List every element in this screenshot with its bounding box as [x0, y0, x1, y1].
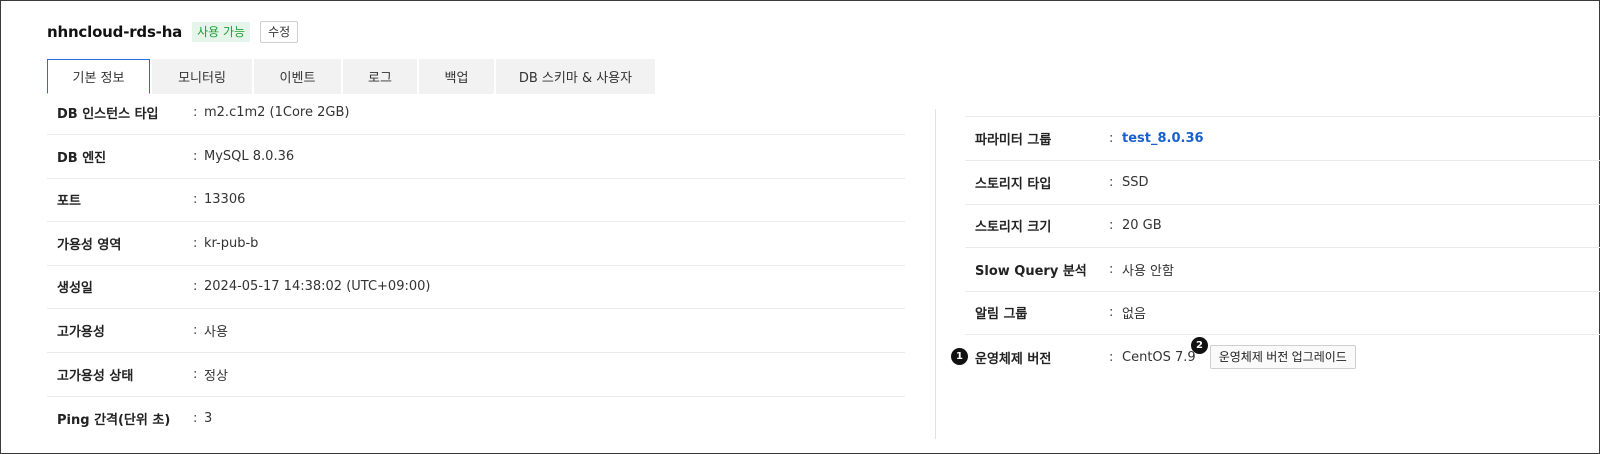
parameter-group-link[interactable]: test_8.0.36 [1122, 131, 1204, 146]
field-value: 13306 [204, 192, 246, 207]
field-label: 운영체제 버전 [975, 351, 1052, 367]
field-separator: : [1109, 218, 1114, 233]
os-upgrade-button[interactable]: 운영체제 버전 업그레이드 [1209, 345, 1356, 369]
field-row: 가용성 영역 : kr-pub-b [47, 222, 905, 266]
field-row: 파라미터 그룹 : test_8.0.36 [965, 117, 1600, 161]
tab-backup[interactable]: 백업 [419, 59, 494, 94]
field-separator: : [193, 236, 198, 251]
field-separator: : [193, 149, 198, 164]
field-label: 가용성 영역 [57, 238, 122, 253]
field-label: 고가용성 [57, 325, 105, 340]
field-row: 알림 그룹 : 없음 [965, 291, 1600, 335]
field-row: 포트 : 13306 [47, 178, 905, 222]
field-row: 고가용성 상태 : 정상 [47, 353, 905, 397]
field-separator: : [1109, 175, 1114, 190]
field-row: 스토리지 크기 : 20 GB [965, 204, 1600, 248]
page-header: nhncloud-rds-ha 사용 가능 수정 [47, 19, 299, 45]
field-separator: : [1109, 349, 1114, 365]
field-label: Ping 간격(단위 초) [57, 412, 171, 428]
field-value: 3 [204, 410, 213, 426]
field-value: 사용 안함 [1122, 264, 1174, 279]
field-row: 운영체제 버전 : CentOS 7.9 운영체제 버전 업그레이드 [965, 335, 1600, 379]
tab-db-schema-users[interactable]: DB 스키마 & 사용자 [496, 59, 655, 94]
field-row: DB 인스턴스 타입 : m2.c1m2 (1Core 2GB) [47, 95, 905, 135]
tab-bar: 기본 정보 모니터링 이벤트 로그 백업 DB 스키마 & 사용자 [47, 59, 657, 94]
field-label: 생성일 [57, 281, 93, 296]
field-separator: : [1109, 305, 1114, 320]
status-badge: 사용 가능 [192, 22, 251, 42]
field-row-top-border [965, 95, 1600, 117]
field-label: 스토리지 크기 [975, 220, 1052, 235]
field-separator: : [193, 105, 198, 120]
field-label: 포트 [57, 194, 81, 209]
field-separator: : [193, 192, 198, 207]
field-row: DB 엔진 : MySQL 8.0.36 [47, 135, 905, 179]
field-separator: : [193, 323, 198, 338]
field-value: 없음 [1122, 307, 1146, 322]
basic-info-left-table: DB 인스턴스 타입 : m2.c1m2 (1Core 2GB) DB 엔진 :… [47, 95, 905, 454]
field-row: 고가용성 : 사용 [47, 309, 905, 353]
field-label: DB 인스턴스 타입 [57, 107, 159, 122]
field-value: m2.c1m2 (1Core 2GB) [204, 105, 350, 120]
field-row: Slow Query 분석 : 사용 안함 [965, 248, 1600, 292]
field-value: kr-pub-b [204, 236, 259, 251]
field-row: 생성일 : 2024-05-17 14:38:02 (UTC+09:00) [47, 265, 905, 309]
field-separator: : [193, 279, 198, 294]
field-value: 사용 [204, 325, 228, 340]
field-value: 정상 [204, 369, 228, 384]
field-row: Ping 간격(단위 초) : 3 [47, 396, 905, 440]
field-value: 20 GB [1122, 218, 1162, 233]
basic-info-right-table: 파라미터 그룹 : test_8.0.36 스토리지 타입 : SSD 스토리지… [965, 95, 1600, 395]
field-label: 파라미터 그룹 [975, 133, 1052, 148]
instance-title: nhncloud-rds-ha [47, 23, 183, 41]
field-value: CentOS 7.9 운영체제 버전 업그레이드 [1122, 345, 1356, 369]
tab-monitoring[interactable]: 모니터링 [152, 59, 252, 94]
field-label: Slow Query 분석 [975, 264, 1087, 279]
column-divider [935, 109, 936, 439]
field-label: DB 엔진 [57, 151, 107, 166]
field-separator: : [1109, 262, 1114, 277]
os-version-text: CentOS 7.9 [1122, 349, 1196, 365]
tab-basic-info[interactable]: 기본 정보 [47, 59, 150, 94]
field-label: 알림 그룹 [975, 307, 1028, 322]
field-value: MySQL 8.0.36 [204, 149, 295, 164]
field-value: 2024-05-17 14:38:02 (UTC+09:00) [204, 279, 431, 294]
field-label: 스토리지 타입 [975, 177, 1052, 192]
field-label: 고가용성 상태 [57, 369, 134, 384]
tab-logs[interactable]: 로그 [343, 59, 417, 94]
callout-marker-2: 2 [1191, 337, 1208, 354]
field-separator: : [193, 367, 198, 382]
edit-button[interactable]: 수정 [260, 21, 299, 43]
field-value: SSD [1122, 175, 1149, 190]
field-separator: : [1109, 131, 1114, 146]
callout-marker-1: 1 [951, 348, 968, 365]
tab-events[interactable]: 이벤트 [254, 59, 341, 94]
field-row: 스토리지 타입 : SSD [965, 161, 1600, 205]
field-separator: : [193, 410, 198, 426]
